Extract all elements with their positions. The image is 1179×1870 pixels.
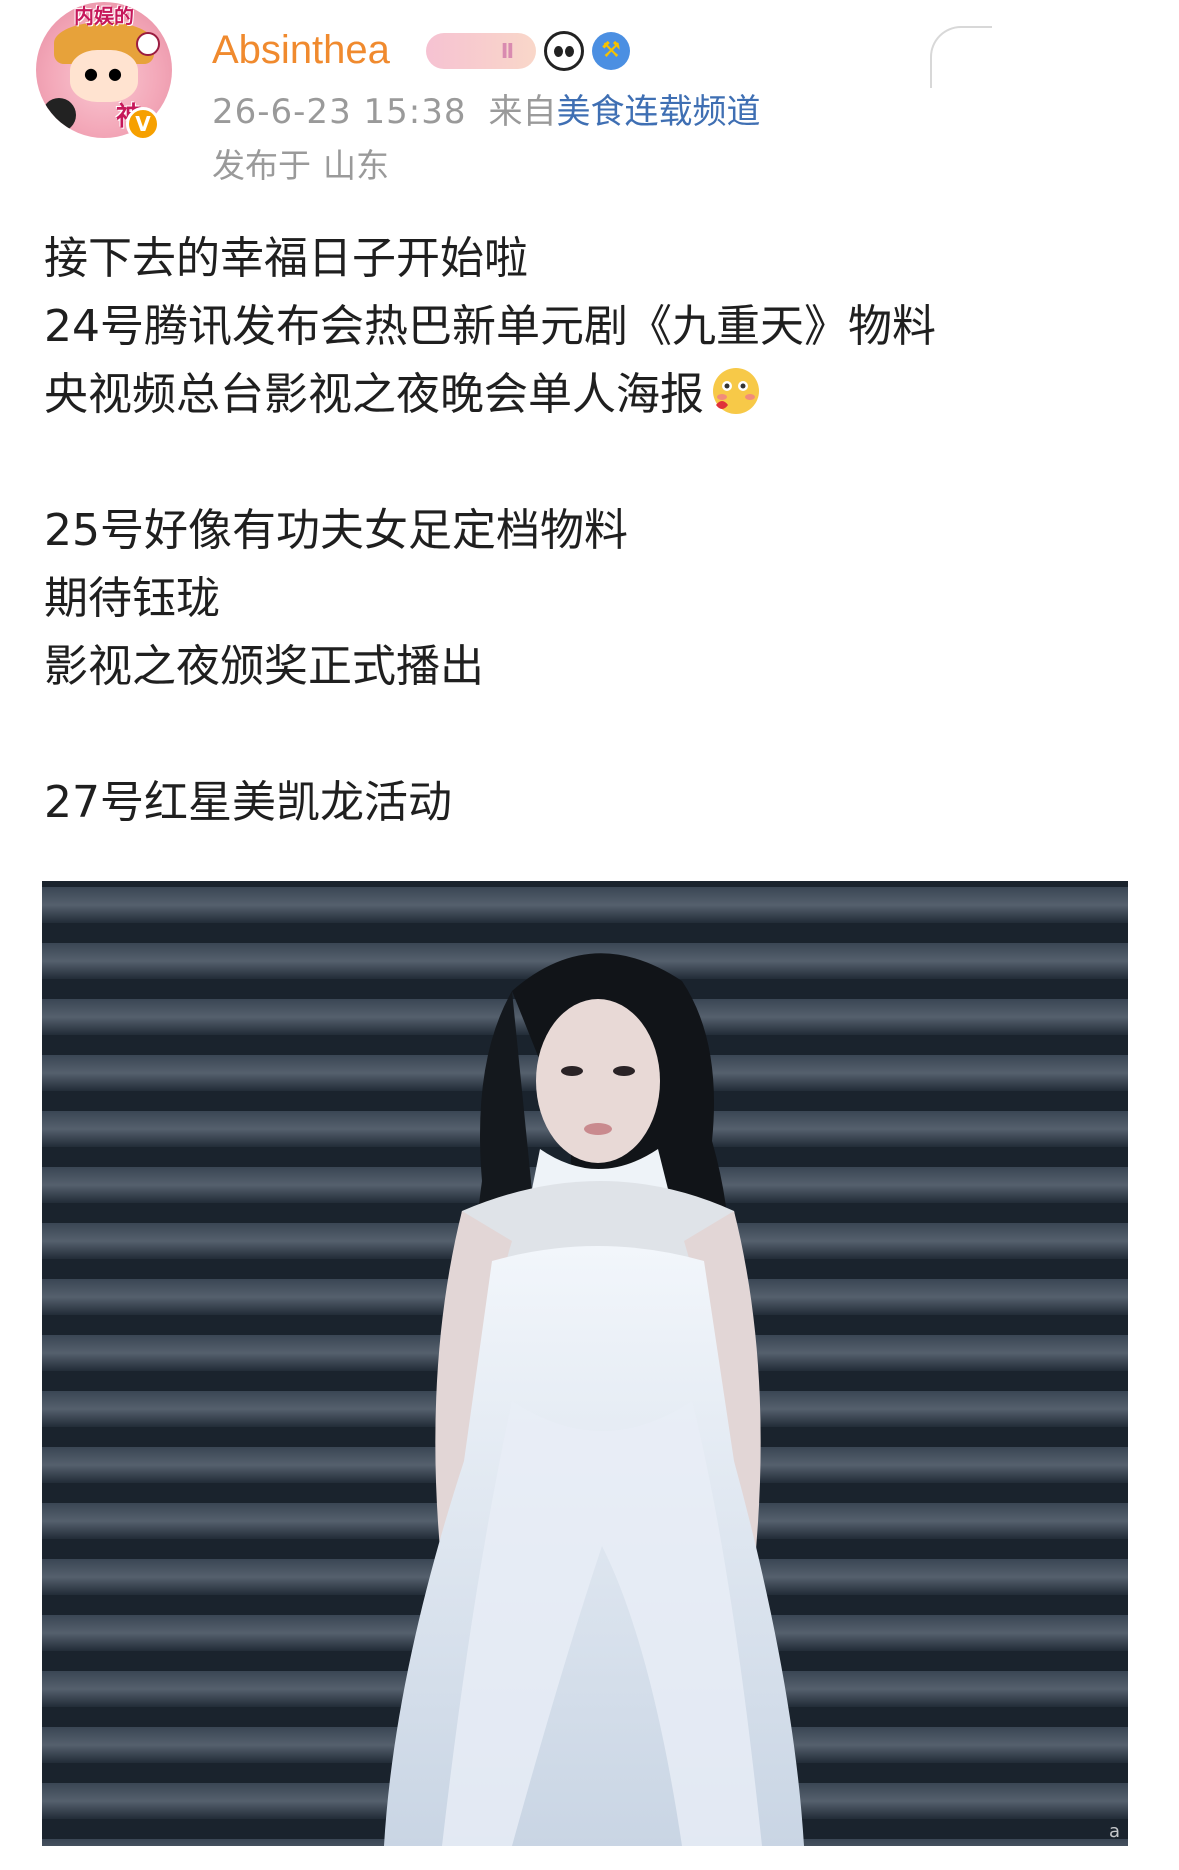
post-time: 26-6-23 15:38: [212, 92, 467, 132]
post-image[interactable]: a: [42, 881, 1128, 1846]
content-line: 接下去的幸福日子开始啦: [44, 233, 528, 284]
content-line: 期待钰珑: [44, 573, 220, 624]
follow-button-edge[interactable]: [930, 26, 992, 88]
image-watermark: a: [1108, 1821, 1120, 1842]
avatar-bubble-icon: [136, 32, 160, 56]
username-link[interactable]: Absinthea: [212, 23, 390, 77]
avatar-text-top: 内娱的: [74, 4, 134, 28]
content-gap: [44, 429, 1134, 497]
source-prefix: 来自: [488, 92, 557, 132]
photo-illustration: [42, 881, 1128, 1846]
content-line: 影视之夜颁奖正式播出: [44, 641, 484, 692]
post-content: 接下去的幸福日子开始啦 24号腾讯发布会热巴新单元剧《九重天》物料 央视频总台影…: [44, 225, 1134, 837]
content-gap: [44, 701, 1134, 769]
location-label: 发布于: [212, 146, 311, 185]
content-line: 27号红星美凯龙活动: [44, 777, 452, 828]
blush-emoji-icon: [710, 365, 762, 417]
panda-icon[interactable]: [544, 31, 584, 71]
content-line: 央视频总台影视之夜晚会单人海报: [44, 361, 1134, 429]
verified-badge-icon: V: [126, 107, 160, 141]
location-value: 山东: [323, 146, 389, 185]
content-line: 25号好像有功夫女足定档物料: [44, 505, 628, 556]
avatar-eyes: ●●: [84, 64, 132, 83]
avatar-cat-icon: [42, 98, 76, 132]
hammer-shield-icon[interactable]: ⚒: [592, 32, 630, 70]
source-link[interactable]: 美食连载频道: [557, 92, 761, 132]
post-meta: 26-6-23 15:38 来自美食连载频道: [212, 90, 761, 134]
level-badge-text: Ⅱ: [500, 39, 514, 63]
level-badge-icon[interactable]: Ⅱ: [426, 33, 536, 69]
post-location: 发布于 山东: [212, 144, 389, 188]
content-line-text: 央视频总台影视之夜晚会单人海报: [44, 369, 704, 420]
content-line: 24号腾讯发布会热巴新单元剧《九重天》物料: [44, 301, 936, 352]
user-badges: Ⅱ ⚒: [426, 29, 630, 73]
post-header: ●● 内娱的 神 V Absinthea Ⅱ ⚒ 26-6-23 15:38来自…: [0, 0, 1179, 190]
